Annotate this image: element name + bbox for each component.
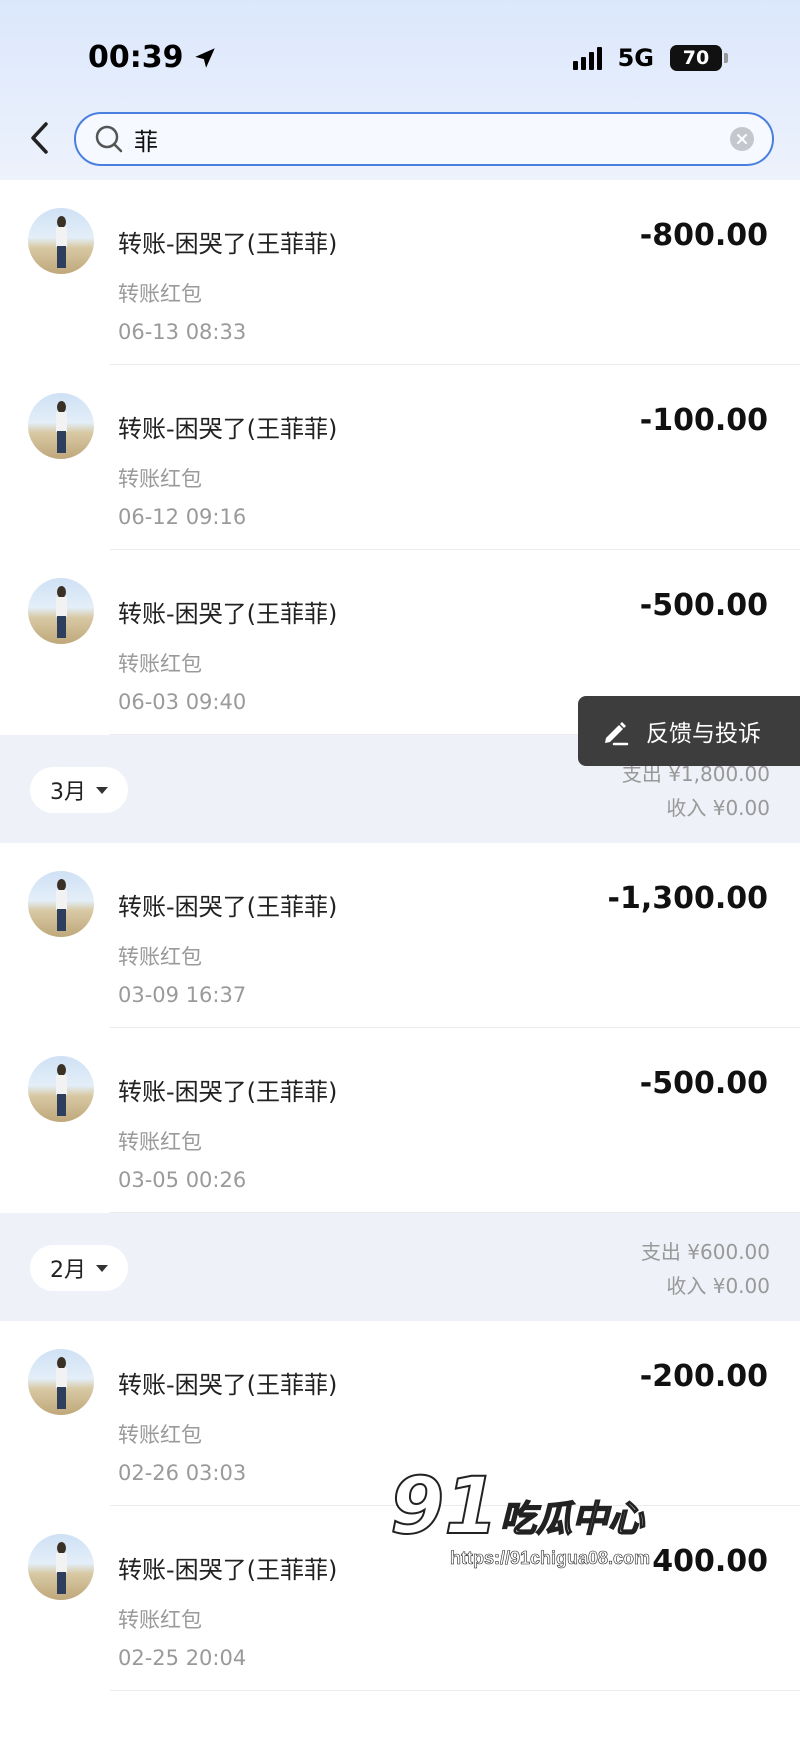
transaction-type: 转账红包 bbox=[118, 1423, 202, 1447]
avatar bbox=[28, 871, 94, 937]
transaction-row[interactable]: 转账-困哭了(王菲菲) 转账红包 03-09 16:37 -1,300.00 bbox=[0, 843, 800, 1028]
transaction-time: 03-09 16:37 bbox=[118, 983, 247, 1007]
transaction-row[interactable]: 转账-困哭了(王菲菲) 转账红包 02-25 20:04 400.00 bbox=[0, 1506, 800, 1691]
transaction-time: 06-13 08:33 bbox=[118, 320, 247, 344]
transaction-type: 转账红包 bbox=[118, 652, 202, 676]
avatar bbox=[28, 578, 94, 644]
caret-down-icon bbox=[96, 1264, 108, 1272]
transaction-type: 转账红包 bbox=[118, 282, 202, 306]
transaction-amount: -100.00 bbox=[639, 403, 768, 438]
feedback-label: 反馈与投诉 bbox=[646, 721, 761, 747]
month-expense: 支出 ¥600.00 bbox=[640, 1240, 770, 1264]
month-income: 收入 ¥0.00 bbox=[666, 1274, 770, 1298]
transaction-row[interactable]: 转账-困哭了(王菲菲) 转账红包 03-05 00:26 -500.00 bbox=[0, 1028, 800, 1213]
battery-icon: 70 bbox=[670, 45, 728, 71]
battery-level: 70 bbox=[682, 47, 710, 69]
transaction-title: 转账-困哭了(王菲菲) bbox=[118, 893, 338, 921]
transaction-row[interactable]: 转账-困哭了(王菲菲) 转账红包 06-13 08:33 -800.00 bbox=[0, 180, 800, 365]
month-label: 3月 bbox=[50, 780, 86, 805]
transaction-title: 转账-困哭了(王菲菲) bbox=[118, 1371, 338, 1399]
transaction-title: 转账-困哭了(王菲菲) bbox=[118, 600, 338, 628]
search-field[interactable] bbox=[74, 112, 774, 166]
transaction-type: 转账红包 bbox=[118, 467, 202, 491]
network-type: 5G bbox=[617, 44, 654, 72]
transaction-time: 02-25 20:04 bbox=[118, 1646, 247, 1670]
month-summary: 支出 ¥1,800.00 收入 ¥0.00 bbox=[622, 757, 770, 825]
search-input[interactable] bbox=[132, 124, 730, 154]
month-header: 2月 支出 ¥600.00 收入 ¥0.00 bbox=[0, 1213, 800, 1321]
chevron-left-icon bbox=[31, 122, 48, 154]
avatar bbox=[28, 1349, 94, 1415]
status-time: 00:39 bbox=[88, 40, 218, 75]
caret-down-icon bbox=[96, 786, 108, 794]
transaction-amount: -1,300.00 bbox=[607, 881, 769, 916]
transaction-type: 转账红包 bbox=[118, 945, 202, 969]
transaction-amount: -800.00 bbox=[639, 218, 768, 253]
divider bbox=[110, 1690, 800, 1691]
clock: 00:39 bbox=[88, 40, 184, 75]
feedback-button[interactable]: 反馈与投诉 bbox=[578, 696, 800, 766]
transaction-time: 02-26 03:03 bbox=[118, 1461, 247, 1485]
transaction-list: 转账-困哭了(王菲菲) 转账红包 06-13 08:33 -800.00 转账-… bbox=[0, 180, 800, 1691]
transaction-amount: -200.00 bbox=[639, 1359, 768, 1394]
month-summary: 支出 ¥600.00 收入 ¥0.00 bbox=[641, 1235, 770, 1303]
transaction-title: 转账-困哭了(王菲菲) bbox=[118, 230, 338, 258]
avatar bbox=[28, 393, 94, 459]
clear-icon[interactable] bbox=[730, 127, 754, 151]
avatar bbox=[28, 1056, 94, 1122]
avatar bbox=[28, 1534, 94, 1600]
transaction-type: 转账红包 bbox=[118, 1130, 202, 1154]
search-icon bbox=[95, 125, 123, 153]
transaction-row[interactable]: 转账-困哭了(王菲菲) 转账红包 02-26 03:03 -200.00 bbox=[0, 1321, 800, 1506]
back-button[interactable] bbox=[20, 118, 60, 158]
transaction-time: 03-05 00:26 bbox=[118, 1168, 247, 1192]
avatar bbox=[28, 208, 94, 274]
transaction-amount: -500.00 bbox=[639, 588, 768, 623]
edit-pen-icon bbox=[605, 722, 629, 746]
month-income: 收入 ¥0.00 bbox=[666, 796, 770, 820]
transaction-time: 06-12 09:16 bbox=[118, 505, 247, 529]
transaction-amount: -500.00 bbox=[639, 1066, 768, 1101]
transaction-title: 转账-困哭了(王菲菲) bbox=[118, 415, 338, 443]
signal-icon bbox=[572, 46, 602, 70]
transaction-title: 转账-困哭了(王菲菲) bbox=[118, 1078, 338, 1106]
month-label: 2月 bbox=[50, 1258, 86, 1283]
transaction-time: 06-03 09:40 bbox=[118, 690, 247, 714]
month-selector[interactable]: 2月 bbox=[30, 1245, 128, 1291]
location-arrow-icon bbox=[194, 47, 215, 68]
top-header: 00:39 5G 70 bbox=[0, 0, 800, 180]
transaction-row[interactable]: 转账-困哭了(王菲菲) 转账红包 06-12 09:16 -100.00 bbox=[0, 365, 800, 550]
transaction-title: 转账-困哭了(王菲菲) bbox=[118, 1556, 338, 1584]
status-indicators: 5G 70 bbox=[572, 44, 728, 72]
transaction-amount: 400.00 bbox=[652, 1544, 768, 1579]
month-selector[interactable]: 3月 bbox=[30, 767, 128, 813]
transaction-type: 转账红包 bbox=[118, 1608, 202, 1632]
